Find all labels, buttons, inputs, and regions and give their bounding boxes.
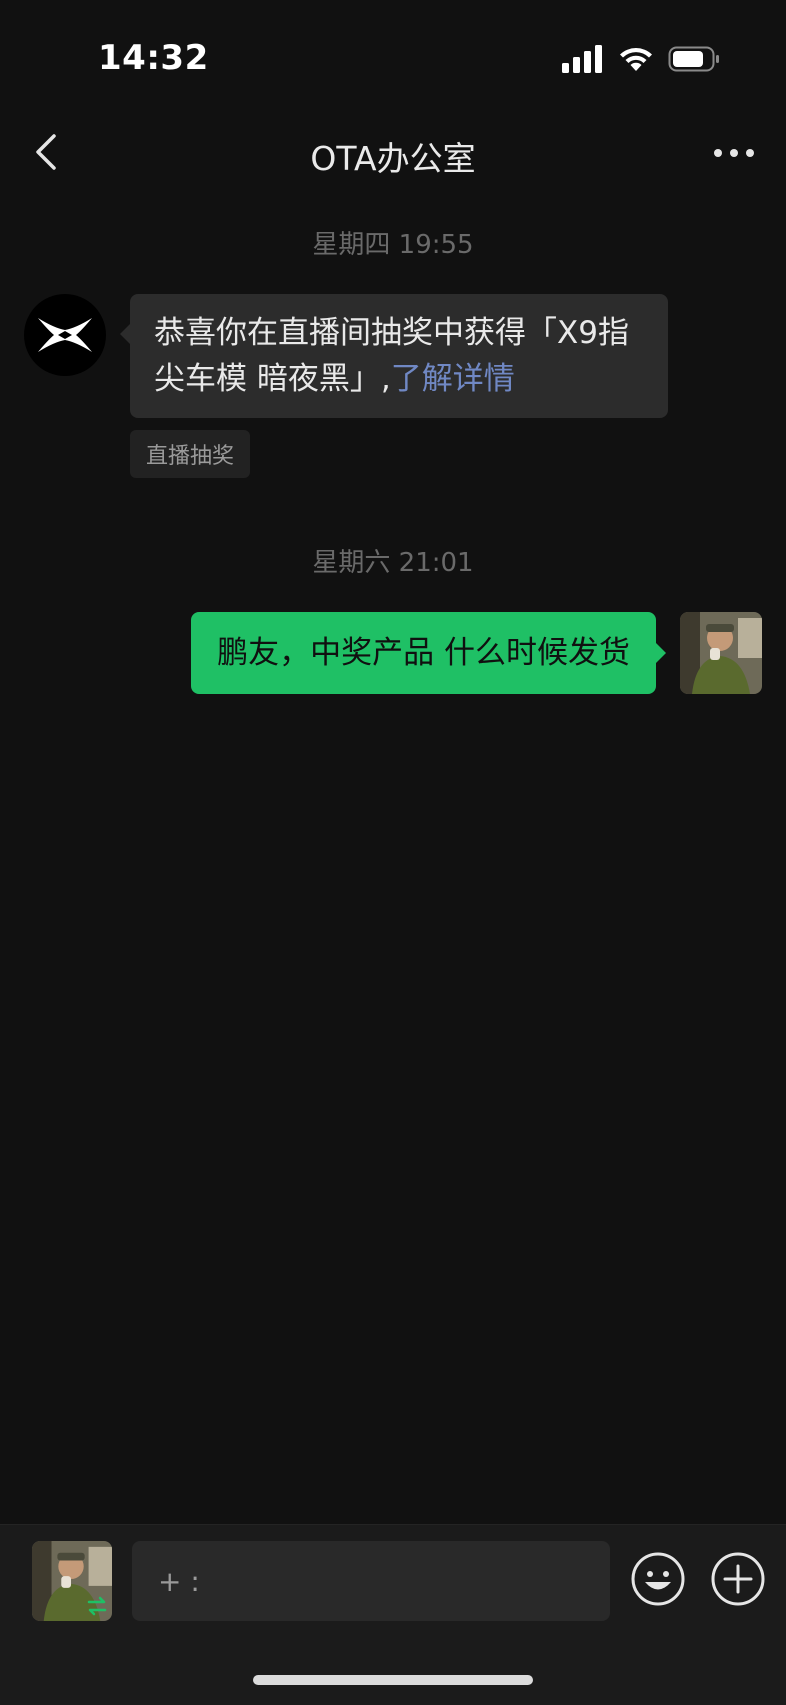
incoming-message-bubble[interactable]: 恭喜你在直播间抽奖中获得「X9指尖车模 暗夜黑」,了解详情: [120, 294, 668, 418]
identity-switch-avatar[interactable]: [32, 1541, 112, 1621]
battery-icon: [668, 46, 719, 72]
chat-title: OTA办公室: [310, 139, 476, 178]
timestamp: 星期四 19:55: [312, 230, 474, 260]
swap-arrows-icon: [87, 1596, 107, 1616]
brand-avatar[interactable]: [24, 294, 106, 376]
plus-circle-icon[interactable]: [710, 1551, 766, 1607]
details-link[interactable]: 了解详情: [391, 361, 515, 397]
outgoing-message-text: 鹏友，中奖产品 什么时候发货: [217, 635, 630, 671]
status-bar: 14:32: [0, 0, 786, 112]
nav-bar: OTA办公室: [0, 112, 786, 192]
message-input[interactable]: [132, 1541, 610, 1621]
smiley-icon[interactable]: [630, 1551, 686, 1607]
timestamp: 星期六 21:01: [312, 548, 474, 578]
home-indicator: [253, 1675, 533, 1685]
status-icons: [562, 44, 720, 74]
status-time: 14:32: [98, 38, 209, 78]
wifi-icon: [620, 48, 652, 71]
outgoing-message-bubble[interactable]: 鹏友，中奖产品 什么时候发货: [191, 612, 666, 694]
live-draw-tag[interactable]: 直播抽奖: [130, 430, 251, 478]
more-dots-icon[interactable]: [712, 136, 756, 170]
cellular-signal-icon: [562, 45, 602, 73]
user-avatar[interactable]: [680, 612, 762, 694]
user-photo-icon: [680, 612, 762, 694]
xpeng-logo-icon: [38, 318, 92, 352]
